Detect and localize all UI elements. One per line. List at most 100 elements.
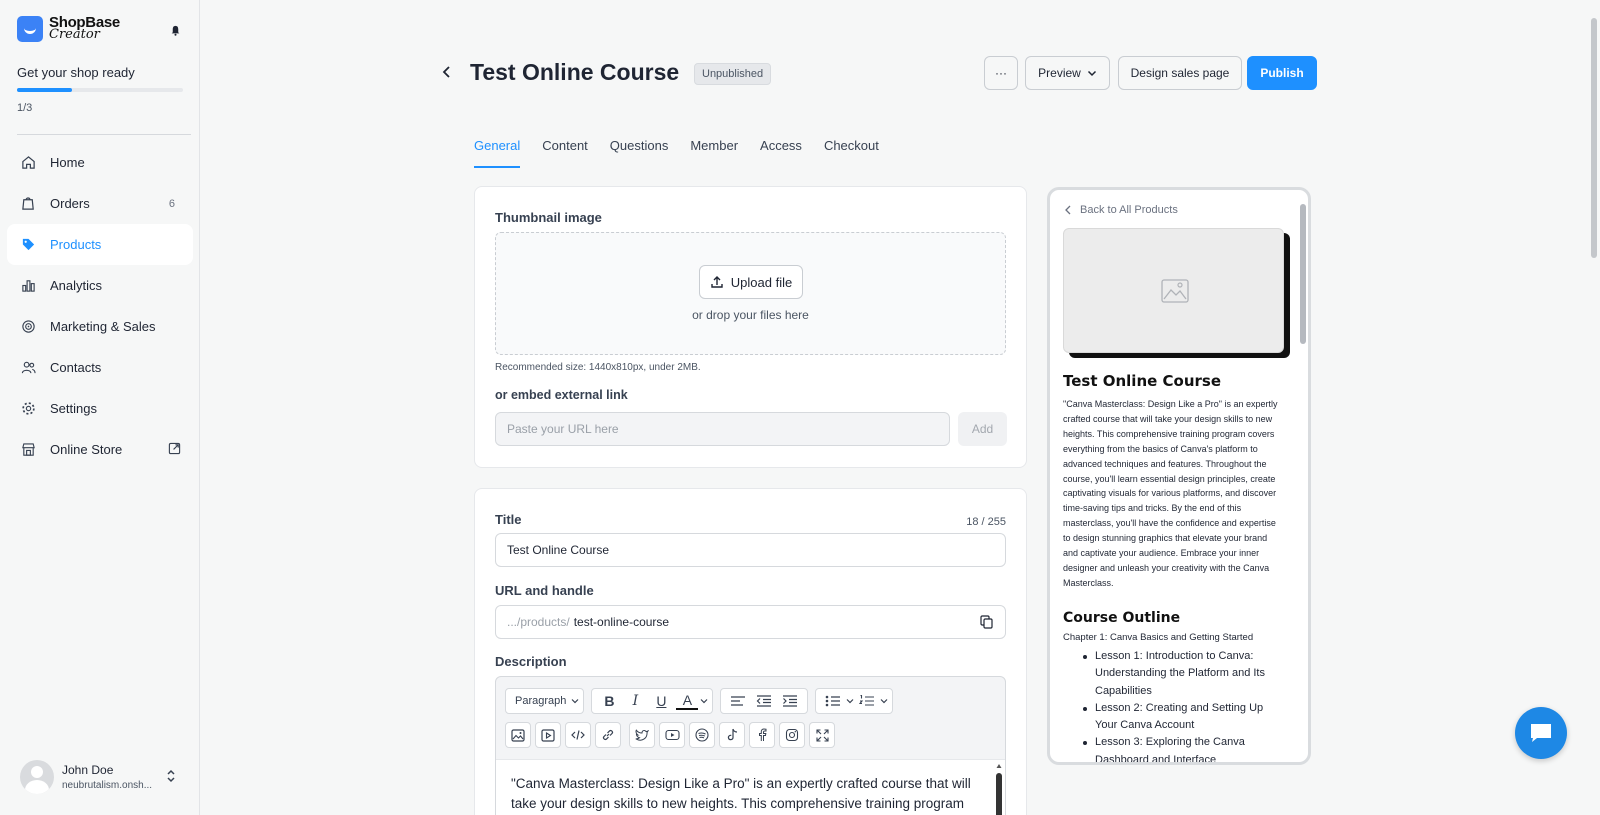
sidebar-item-online-store[interactable]: Online Store: [7, 429, 193, 470]
sidebar-item-analytics[interactable]: Analytics: [7, 265, 193, 306]
description-label: Description: [495, 654, 567, 669]
editor-scrollbar[interactable]: [995, 761, 1003, 815]
brand-logo[interactable]: ShopBase Creator: [17, 15, 120, 42]
user-profile[interactable]: John Doe neubrutalism.onsh...: [20, 760, 152, 794]
chevron-down-icon: [571, 699, 579, 704]
shopbase-logo-icon: [17, 16, 43, 42]
image-icon[interactable]: [505, 722, 531, 748]
tab-general[interactable]: General: [474, 138, 521, 168]
spotify-icon[interactable]: [689, 722, 715, 748]
sidebar-item-contacts[interactable]: Contacts: [7, 347, 193, 388]
facebook-icon[interactable]: [749, 722, 775, 748]
link-icon[interactable]: [595, 722, 621, 748]
drop-files-text: or drop your files here: [692, 308, 809, 322]
status-badge: Unpublished: [694, 63, 772, 85]
tab-questions[interactable]: Questions: [610, 138, 669, 168]
numbered-list-icon[interactable]: [856, 690, 878, 712]
thumbnail-label: Thumbnail image: [495, 210, 602, 225]
page-scrollbar[interactable]: [1588, 0, 1600, 815]
code-icon[interactable]: [565, 722, 591, 748]
tab-access[interactable]: Access: [760, 138, 802, 168]
description-editor: Paragraph B I U A "Canva Masterclass: De…: [495, 676, 1006, 815]
description-text-area[interactable]: "Canva Masterclass: Design Like a Pro" i…: [496, 759, 1005, 815]
sidebar-item-settings[interactable]: Settings: [7, 388, 193, 429]
video-icon[interactable]: [535, 722, 561, 748]
setup-title[interactable]: Get your shop ready: [17, 65, 135, 80]
youtube-icon[interactable]: [659, 722, 685, 748]
publish-button[interactable]: Publish: [1247, 56, 1317, 90]
embed-url-input[interactable]: Paste your URL here: [495, 412, 950, 446]
thumbnail-card: Thumbnail image Upload file or drop your…: [474, 186, 1027, 468]
sidebar-item-label: Home: [50, 155, 85, 170]
orders-count-badge: 6: [168, 197, 175, 210]
page-scrollbar-thumb[interactable]: [1591, 18, 1597, 258]
fullscreen-icon[interactable]: [809, 722, 835, 748]
preview-outline-title: Course Outline: [1063, 610, 1181, 626]
bar-chart-icon: [20, 278, 36, 294]
list-item: Lesson 2: Creating and Setting Up Your C…: [1083, 700, 1283, 735]
upload-file-label: Upload file: [730, 274, 793, 290]
url-handle-value: test-online-course: [573, 615, 670, 629]
paragraph-style-select[interactable]: Paragraph: [505, 688, 585, 714]
orders-icon: [20, 196, 36, 212]
list-group: [815, 688, 894, 714]
underline-icon[interactable]: U: [650, 690, 672, 712]
twitter-icon[interactable]: [629, 722, 655, 748]
bold-icon[interactable]: B: [598, 690, 620, 712]
italic-icon[interactable]: I: [624, 690, 646, 712]
list-item: Lesson 1: Introduction to Canva: Underst…: [1083, 648, 1283, 700]
align-left-icon[interactable]: [727, 690, 749, 712]
chevron-up-down-icon[interactable]: [166, 768, 176, 784]
preview-button[interactable]: Preview: [1025, 56, 1110, 90]
preview-thumbnail: [1063, 228, 1284, 353]
sidebar-item-label: Online Store: [50, 442, 123, 457]
bell-icon[interactable]: [170, 25, 181, 36]
chat-bubble-icon: [1531, 724, 1551, 742]
tiktok-icon[interactable]: [719, 722, 745, 748]
home-icon: [20, 155, 36, 171]
tab-content[interactable]: Content: [542, 138, 588, 168]
text-color-icon[interactable]: A: [676, 692, 699, 710]
back-arrow-icon[interactable]: [440, 65, 454, 79]
product-tabs: General Content Questions Member Access …: [474, 138, 901, 168]
setup-progress-bar: [17, 88, 183, 92]
sidebar-item-label: Products: [50, 237, 102, 252]
preview-title: Test Online Course: [1063, 372, 1222, 390]
tab-member[interactable]: Member: [690, 138, 738, 168]
setup-progress-text: 1/3: [17, 102, 33, 114]
tab-checkout[interactable]: Checkout: [824, 138, 879, 168]
title-label: Title: [495, 512, 522, 527]
thumbnail-dropzone[interactable]: Upload file or drop your files here: [495, 232, 1006, 355]
sidebar-item-label: Contacts: [50, 360, 102, 375]
sidebar-item-label: Marketing & Sales: [50, 319, 156, 334]
copy-icon[interactable]: [980, 615, 993, 629]
url-handle-input[interactable]: .../products/ test-online-course: [495, 605, 1006, 639]
preview-back-label: Back to All Products: [1080, 204, 1178, 216]
preview-label: Preview: [1038, 66, 1081, 80]
instagram-icon[interactable]: [779, 722, 805, 748]
sidebar-item-home[interactable]: Home: [7, 142, 193, 183]
preview-back-link[interactable]: Back to All Products: [1064, 204, 1178, 216]
outdent-icon[interactable]: [753, 690, 775, 712]
preview-chapter: Chapter 1: Canva Basics and Getting Star…: [1063, 632, 1254, 643]
sidebar-item-products[interactable]: Products: [7, 224, 193, 265]
setup-progress-fill: [17, 88, 72, 92]
chat-button[interactable]: [1515, 707, 1567, 759]
sidebar-divider: [17, 134, 191, 135]
bullet-list-icon[interactable]: [822, 690, 844, 712]
upload-file-button[interactable]: Upload file: [699, 265, 803, 299]
indent-icon[interactable]: [779, 690, 801, 712]
more-actions-button[interactable]: ···: [984, 56, 1018, 90]
embed-link-label: or embed external link: [495, 388, 628, 402]
title-input[interactable]: Test Online Course: [495, 533, 1006, 567]
sidebar-item-marketing[interactable]: Marketing & Sales: [7, 306, 193, 347]
design-sales-page-button[interactable]: Design sales page: [1118, 56, 1242, 90]
preview-scrollbar[interactable]: [1300, 204, 1306, 344]
add-link-button[interactable]: Add: [958, 412, 1007, 446]
tag-icon: [20, 237, 36, 253]
text-format-group: B I U A: [591, 688, 714, 714]
url-prefix: .../products/: [507, 615, 570, 629]
external-link-icon[interactable]: [168, 442, 181, 458]
url-handle-label: URL and handle: [495, 583, 594, 598]
sidebar-item-orders[interactable]: Orders 6: [7, 183, 193, 224]
